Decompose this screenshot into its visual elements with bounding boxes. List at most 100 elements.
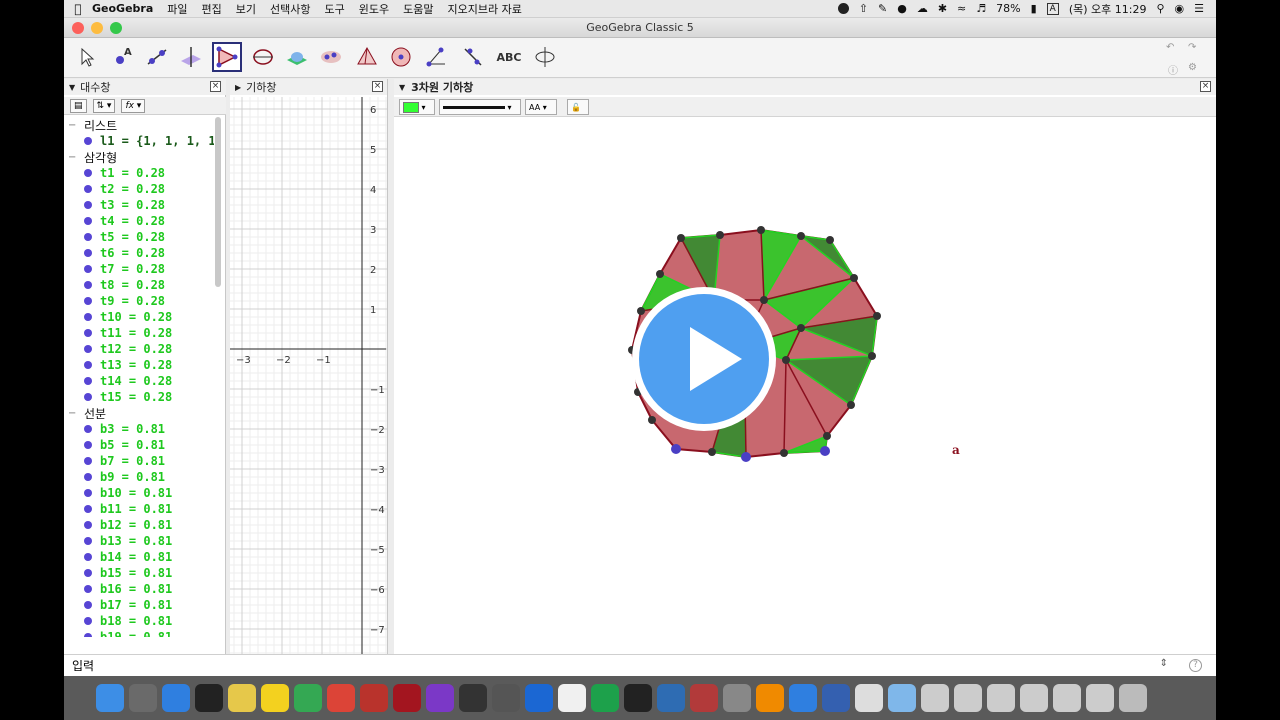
vertex-point[interactable] xyxy=(677,234,685,242)
vertex-point[interactable] xyxy=(850,274,858,282)
algebra-item[interactable]: b11 = 0.81 xyxy=(64,501,214,517)
control-center-icon[interactable]: ☰ xyxy=(1194,2,1204,15)
translate-icon[interactable]: ✎ xyxy=(878,2,887,15)
algebra-item[interactable]: t11 = 0.28 xyxy=(64,325,214,341)
intersect-surfaces-tool[interactable] xyxy=(282,42,312,72)
visibility-bullet-icon[interactable] xyxy=(84,233,92,241)
algebra-item[interactable]: t4 = 0.28 xyxy=(64,213,214,229)
visibility-bullet-icon[interactable] xyxy=(84,393,92,401)
algebra-item[interactable]: t2 = 0.28 xyxy=(64,181,214,197)
visibility-bullet-icon[interactable] xyxy=(84,249,92,257)
visibility-bullet-icon[interactable] xyxy=(84,537,92,545)
dock-icon[interactable]: Trash xyxy=(1119,684,1147,712)
vertex-point[interactable] xyxy=(780,449,788,457)
help-icon[interactable]: ⓘ xyxy=(1168,62,1178,77)
video-play-button[interactable] xyxy=(632,287,776,431)
menu-resources[interactable]: 지오지브라 자료 xyxy=(448,1,522,17)
circle-tool[interactable] xyxy=(248,42,278,72)
dock-icon[interactable]: Files xyxy=(855,684,883,712)
dock-icon[interactable]: RIDI xyxy=(525,684,553,712)
algebra-item[interactable]: t8 = 0.28 xyxy=(64,277,214,293)
algebra-item[interactable]: b17 = 0.81 xyxy=(64,597,214,613)
app-menu[interactable]: GeoGebra xyxy=(92,2,153,15)
visibility-bullet-icon[interactable] xyxy=(84,473,92,481)
battery-icon[interactable]: ▮ xyxy=(1031,2,1037,15)
dock-icon[interactable]: Game xyxy=(591,684,619,712)
collapse-triangle-icon[interactable]: ▼ xyxy=(69,83,75,92)
dock-icon[interactable]: Preview xyxy=(723,684,751,712)
algebra-item[interactable]: b15 = 0.81 xyxy=(64,565,214,581)
input-source[interactable]: A xyxy=(1046,2,1059,15)
wifi-icon[interactable]: ≈ xyxy=(957,2,966,15)
lock-button[interactable]: 🔓 xyxy=(567,99,589,115)
visibility-bullet-icon[interactable] xyxy=(84,489,92,497)
sphere-tool[interactable] xyxy=(386,42,416,72)
algebra-item[interactable]: b13 = 0.81 xyxy=(64,533,214,549)
menu-tools[interactable]: 도구 xyxy=(325,1,345,17)
visibility-bullet-icon[interactable] xyxy=(84,361,92,369)
dock-icon[interactable]: Z xyxy=(360,684,388,712)
dock-icon[interactable]: Folder xyxy=(888,684,916,712)
visibility-bullet-icon[interactable] xyxy=(84,441,92,449)
visibility-bullet-icon[interactable] xyxy=(84,265,92,273)
dock-icon[interactable]: Safari xyxy=(789,684,817,712)
algebra-item[interactable]: b9 = 0.81 xyxy=(64,469,214,485)
algebra-item[interactable]: t3 = 0.28 xyxy=(64,197,214,213)
reflect-tool[interactable] xyxy=(458,42,488,72)
algebra-category[interactable]: 리스트 xyxy=(64,117,214,133)
menu-file[interactable]: 파일 xyxy=(167,1,187,17)
color-picker-button[interactable]: ▾ xyxy=(399,99,435,115)
rotate-view-tool[interactable] xyxy=(530,42,560,72)
collapse-3d-triangle-icon[interactable]: ▼ xyxy=(399,83,405,92)
visibility-bullet-icon[interactable] xyxy=(84,281,92,289)
graphics-3d-canvas[interactable] xyxy=(394,117,1216,652)
visibility-bullet-icon[interactable] xyxy=(84,521,92,529)
perpendicular-tool[interactable] xyxy=(176,42,206,72)
algebra-item[interactable]: b16 = 0.81 xyxy=(64,581,214,597)
algebra-item[interactable]: t9 = 0.28 xyxy=(64,293,214,309)
dock-icon[interactable]: Stickies xyxy=(228,684,256,712)
upload-icon[interactable]: ⇧ xyxy=(859,2,868,15)
dock-icon[interactable]: Library xyxy=(657,684,685,712)
vertex-point[interactable] xyxy=(656,270,664,278)
bluetooth-icon[interactable]: ✱ xyxy=(938,2,947,15)
algebra-item[interactable]: b5 = 0.81 xyxy=(64,437,214,453)
dock-icon[interactable]: N xyxy=(426,684,454,712)
algebra-item[interactable]: t15 = 0.28 xyxy=(64,389,214,405)
visibility-bullet-icon[interactable] xyxy=(84,601,92,609)
show-hide-auxiliary-button[interactable]: ▤ xyxy=(70,98,87,113)
visibility-bullet-icon[interactable] xyxy=(84,633,92,637)
menu-options[interactable]: 선택사항 xyxy=(270,1,310,17)
algebra-item[interactable]: b12 = 0.81 xyxy=(64,517,214,533)
close-graphics-button[interactable]: × xyxy=(372,81,383,92)
vertex-point[interactable] xyxy=(716,231,724,239)
visibility-bullet-icon[interactable] xyxy=(84,377,92,385)
dock-icon[interactable]: Launchpad xyxy=(129,684,157,712)
move-tool[interactable] xyxy=(72,42,102,72)
vertex-point[interactable] xyxy=(760,296,768,304)
visibility-bullet-icon[interactable] xyxy=(84,217,92,225)
pyramid-tool[interactable] xyxy=(352,42,382,72)
algebra-item[interactable]: t6 = 0.28 xyxy=(64,245,214,261)
vertex-point[interactable] xyxy=(637,307,645,315)
algebra-item[interactable]: t13 = 0.28 xyxy=(64,357,214,373)
vertex-point[interactable] xyxy=(868,352,876,360)
input-help-icon[interactable]: ? xyxy=(1189,659,1202,672)
visibility-bullet-icon[interactable] xyxy=(84,457,92,465)
dock-icon[interactable]: Aa xyxy=(690,684,718,712)
algebra-item[interactable]: b19 = 0.81 xyxy=(64,629,214,637)
vertex-point[interactable] xyxy=(782,356,790,364)
settings-gear-icon[interactable]: ⚙ xyxy=(1188,62,1197,73)
input-history-icon[interactable]: ⇕ xyxy=(1160,658,1168,669)
algebra-category[interactable]: 선분 xyxy=(64,405,214,421)
expand-triangle-icon[interactable]: ▶ xyxy=(235,83,241,92)
algebra-item[interactable]: b10 = 0.81 xyxy=(64,485,214,501)
dock-icon[interactable]: Chrome xyxy=(327,684,355,712)
chat-icon[interactable]: ● xyxy=(897,2,907,15)
sort-button[interactable]: ⇅ ▾ xyxy=(92,98,116,113)
volume-icon[interactable]: ♬ xyxy=(976,2,986,15)
vertex-point[interactable] xyxy=(823,432,831,440)
visibility-bullet-icon[interactable] xyxy=(84,585,92,593)
dock-icon[interactable]: Screenshot xyxy=(987,684,1015,712)
graphics-canvas[interactable]: 654321−1−2−3−4−5−6−7−4−3−2−1 xyxy=(230,97,388,654)
